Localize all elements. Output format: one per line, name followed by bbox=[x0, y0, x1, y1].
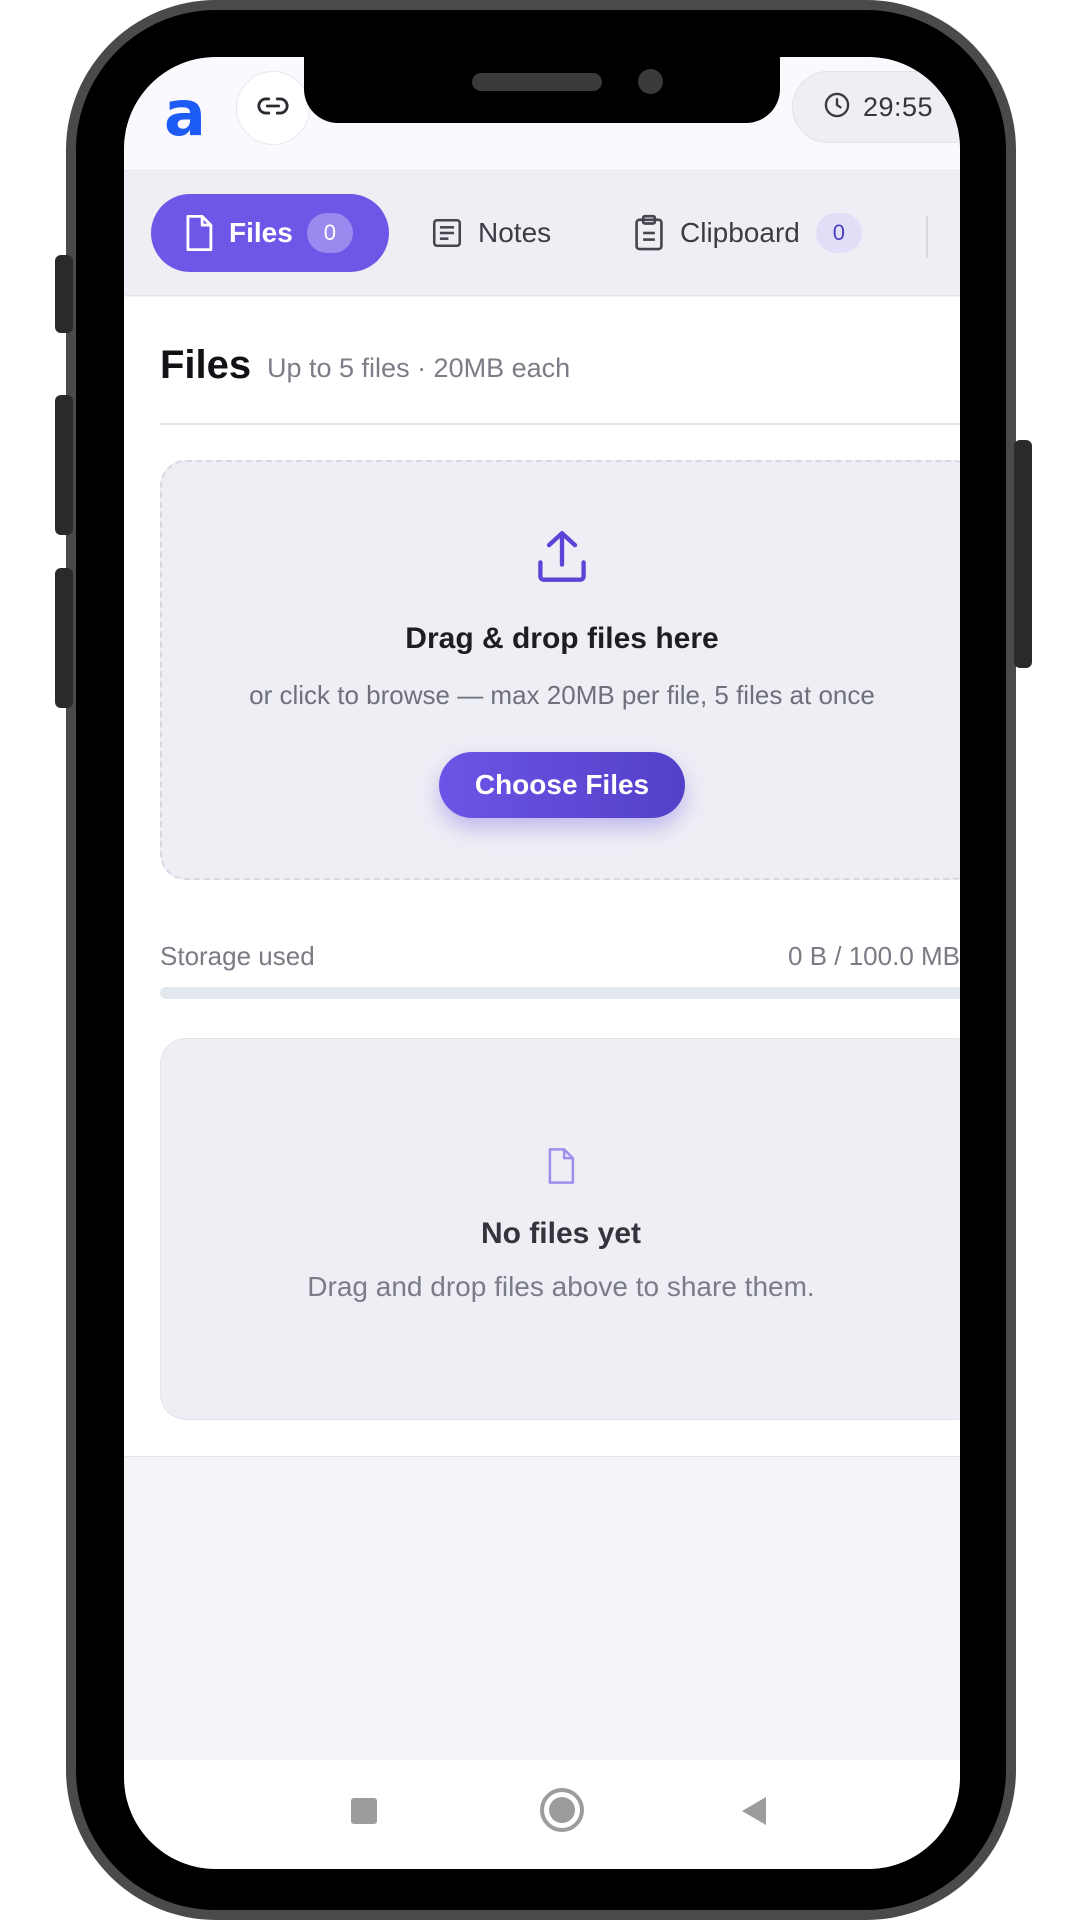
tab-label: Clipboard bbox=[680, 217, 800, 248]
notes-icon bbox=[430, 216, 464, 250]
tab-label: Files bbox=[229, 217, 293, 248]
system-nav-bar bbox=[124, 1760, 960, 1869]
speaker-grille bbox=[472, 73, 602, 91]
file-icon bbox=[183, 214, 215, 252]
file-dropzone[interactable]: Drag & drop files here or click to brows… bbox=[160, 460, 960, 880]
phone-power-button bbox=[1014, 440, 1032, 668]
link-icon bbox=[256, 89, 290, 128]
home-button[interactable] bbox=[540, 1788, 584, 1832]
clock-icon bbox=[823, 91, 851, 124]
tab-count-badge: 0 bbox=[815, 213, 862, 253]
section-subtitle: Up to 5 files · 20MB each bbox=[267, 353, 571, 383]
empty-state-title: No files yet bbox=[480, 1217, 642, 1250]
front-camera bbox=[638, 69, 663, 94]
file-icon bbox=[161, 1147, 960, 1185]
storage-label: Storage used bbox=[160, 941, 315, 971]
tab-divider bbox=[926, 216, 928, 258]
dropzone-title: Drag & drop files here bbox=[405, 622, 719, 655]
upload-icon bbox=[162, 530, 960, 584]
clipboard-icon bbox=[632, 214, 666, 252]
tab-bar: Files 0 Notes Clipboard 0 bbox=[124, 172, 960, 296]
divider bbox=[160, 423, 960, 425]
tab-label: Notes bbox=[478, 217, 552, 248]
choose-files-button[interactable]: Choose Files bbox=[439, 752, 685, 818]
dropzone-subtitle: or click to browse — max 20MB per file, … bbox=[249, 680, 875, 710]
share-link-button[interactable] bbox=[236, 71, 310, 145]
recents-button[interactable] bbox=[351, 1798, 377, 1824]
tab-clipboard[interactable]: Clipboard 0 bbox=[632, 194, 862, 272]
phone-side-button bbox=[55, 255, 73, 333]
phone-notch bbox=[304, 57, 780, 123]
section-title: Files bbox=[160, 343, 252, 387]
phone-volume-up-button bbox=[55, 395, 73, 535]
home-icon bbox=[549, 1797, 575, 1823]
tab-files[interactable]: Files 0 bbox=[151, 194, 389, 272]
session-timer: 29:55 bbox=[792, 71, 960, 143]
back-icon bbox=[742, 1797, 766, 1825]
tab-count-badge: 0 bbox=[306, 213, 353, 253]
timer-value: 29:55 bbox=[863, 91, 934, 122]
storage-value: 0 B / 100.0 MB bbox=[788, 941, 960, 971]
files-panel: Files Up to 5 files · 20MB each Drag & d… bbox=[124, 297, 960, 1457]
empty-state: No files yet Drag and drop files above t… bbox=[160, 1038, 960, 1420]
app-logo[interactable]: a bbox=[164, 83, 206, 145]
empty-state-subtitle: Drag and drop files above to share them. bbox=[307, 1271, 815, 1302]
back-button[interactable] bbox=[740, 1796, 768, 1831]
storage-progress-bar bbox=[160, 987, 960, 999]
phone-volume-down-button bbox=[55, 568, 73, 708]
tab-notes[interactable]: Notes bbox=[430, 194, 551, 272]
phone-screen: a 29:55 Files 0 Notes Clipboard 0 Files … bbox=[124, 57, 960, 1869]
